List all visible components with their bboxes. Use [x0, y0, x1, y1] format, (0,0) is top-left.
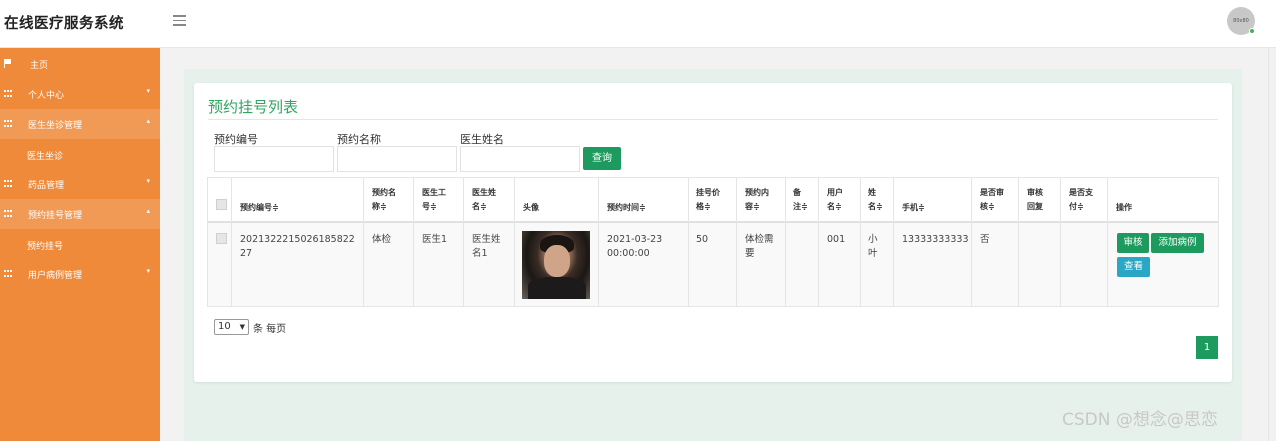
th-phone[interactable]: 手机≑ [902, 201, 925, 215]
th-avatar: 头像 [523, 203, 539, 212]
chevron-up-icon: ▴ [146, 117, 150, 125]
doctor-name-input[interactable] [460, 146, 580, 172]
grid-icon [4, 120, 12, 128]
page-size-value: 10 [218, 321, 231, 332]
cell-doctor-name: 医生姓 名1 [472, 234, 501, 259]
sidebar-item-label: 主页 [30, 61, 49, 71]
cell-doctor-id: 医生1 [422, 234, 448, 245]
cell-reviewed: 否 [980, 234, 990, 245]
appointment-no-input[interactable] [214, 146, 334, 172]
th-content[interactable]: 预约内 容≑ [745, 186, 769, 214]
column-divider [1018, 178, 1019, 306]
column-divider [514, 178, 515, 306]
th-price[interactable]: 挂号价 格≑ [696, 186, 720, 214]
appointment-name-label: 预约名称 [337, 133, 381, 146]
watermark: CSDN @想念@思恋 [1062, 410, 1218, 430]
th-actions: 操作 [1116, 203, 1132, 212]
page-size-select[interactable]: 10 ▼ [214, 319, 249, 335]
sidebar-item-label: 用户病例管理 [28, 271, 83, 281]
th-review-reply: 审核 回复 [1027, 188, 1043, 211]
sidebar-item-label: 个人中心 [28, 91, 65, 101]
add-case-button[interactable]: 添加病例 [1151, 233, 1204, 253]
page-button-current[interactable]: 1 [1196, 336, 1218, 359]
chevron-down-icon: ▾ [146, 87, 150, 95]
chevron-up-icon: ▴ [146, 207, 150, 215]
app-title: 在线医疗服务系统 [4, 16, 124, 32]
appointment-name-input[interactable] [337, 146, 457, 172]
sidebar-item-user-case-mgmt[interactable]: 用户病例管理 ▾ [0, 259, 160, 289]
column-divider [363, 178, 364, 306]
column-divider [463, 178, 464, 306]
column-divider [688, 178, 689, 306]
th-appointment-no[interactable]: 预约编号≑ [240, 201, 279, 215]
sidebar-item-label: 药品管理 [28, 181, 65, 191]
sidebar-subitem-doctor-duty[interactable]: 医生坐诊 [0, 139, 160, 169]
column-divider [598, 178, 599, 306]
main-scrollbar[interactable] [1268, 48, 1276, 441]
select-all-checkbox[interactable] [216, 199, 227, 210]
grid-icon [4, 180, 12, 188]
top-bar: 在线医疗服务系统 80x80 [0, 0, 1276, 48]
column-divider [860, 178, 861, 306]
doctor-name-label: 医生姓名 [460, 133, 504, 146]
th-appointment-time[interactable]: 预约时间≑ [607, 201, 646, 215]
th-username[interactable]: 用户 名≑ [827, 186, 843, 214]
sidebar-item-personal-center[interactable]: 个人中心 ▾ [0, 79, 160, 109]
column-divider [736, 178, 737, 306]
query-button[interactable]: 查询 [583, 147, 621, 170]
th-doctor-name[interactable]: 医生姓 名≑ [472, 186, 496, 214]
cell-appointment-name: 体检 [372, 234, 392, 245]
cell-username: 001 [827, 234, 846, 245]
page-title: 预约挂号列表 [208, 98, 299, 116]
column-divider [893, 178, 894, 306]
view-button[interactable]: 查看 [1117, 257, 1150, 277]
online-status-dot [1249, 28, 1255, 34]
sidebar-item-appointment-mgmt[interactable]: 预约挂号管理 ▴ [0, 199, 160, 229]
th-reviewed[interactable]: 是否审 核≑ [980, 186, 1004, 214]
sidebar-item-label: 医生坐诊 [27, 152, 64, 162]
flag-icon [4, 59, 12, 68]
column-divider [971, 178, 972, 306]
grid-icon [4, 270, 12, 278]
cell-content: 体检需 要 [745, 234, 774, 259]
page-size-label: 条 每页 [253, 324, 287, 335]
grid-icon [4, 210, 12, 218]
cell-appointment-no: 2021322215026185822 27 [240, 234, 355, 259]
sidebar-item-home[interactable]: 主页 [0, 49, 160, 79]
review-button[interactable]: 审核 [1117, 233, 1149, 253]
chevron-down-icon: ▾ [146, 177, 150, 185]
th-name[interactable]: 姓 名≑ [868, 186, 883, 214]
column-divider [785, 178, 786, 306]
chevron-down-icon: ▼ [239, 323, 245, 331]
th-appointment-name[interactable]: 预约名 称≑ [372, 186, 396, 214]
grid-icon [4, 90, 12, 98]
chevron-down-icon: ▾ [146, 267, 150, 275]
column-divider [1107, 178, 1108, 306]
th-doctor-id[interactable]: 医生工 号≑ [422, 186, 446, 214]
cell-price: 50 [696, 234, 709, 245]
th-paid[interactable]: 是否支 付≑ [1069, 186, 1093, 214]
cell-name: 小 叶 [868, 234, 878, 259]
column-divider [231, 178, 232, 306]
row-checkbox[interactable] [216, 233, 227, 244]
column-divider [818, 178, 819, 306]
sidebar-item-doctor-duty-mgmt[interactable]: 医生坐诊管理 ▴ [0, 109, 160, 139]
menu-toggle-icon[interactable] [173, 15, 186, 26]
sidebar-item-label: 预约挂号管理 [28, 211, 83, 221]
cell-appointment-time: 2021-03-23 00:00:00 [607, 234, 663, 259]
cell-phone: 13333333333 [902, 234, 969, 245]
sidebar-item-label: 医生坐诊管理 [28, 121, 83, 131]
doctor-avatar-image [522, 231, 590, 299]
sidebar-item-medicine-mgmt[interactable]: 药品管理 ▾ [0, 169, 160, 199]
title-divider [208, 119, 1218, 120]
sidebar-subitem-appointment[interactable]: 预约挂号 [0, 229, 160, 259]
column-divider [1060, 178, 1061, 306]
th-remark[interactable]: 备 注≑ [793, 186, 808, 214]
appointment-no-label: 预约编号 [214, 133, 258, 146]
sidebar-item-label: 预约挂号 [27, 242, 64, 252]
column-divider [413, 178, 414, 306]
